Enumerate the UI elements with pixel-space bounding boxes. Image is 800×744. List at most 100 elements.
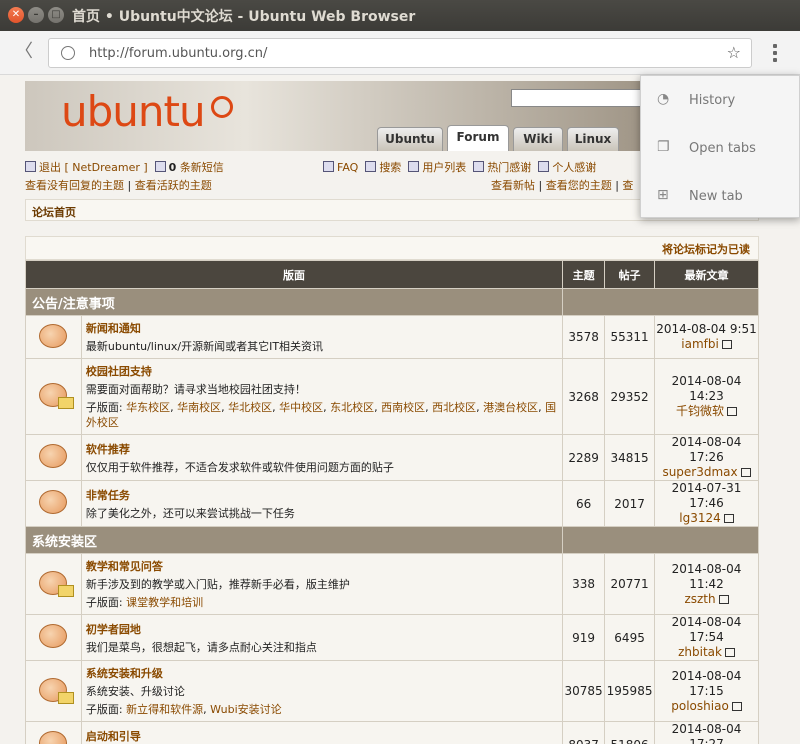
logout-link[interactable]: 退出 [ NetDreamer ]	[39, 161, 148, 174]
mark-read-link[interactable]: 将论坛标记为已读	[25, 236, 759, 260]
subforum-link[interactable]: 华中校区	[279, 401, 323, 414]
subforum-list: 子版面: 课堂教学和培训	[85, 596, 204, 609]
tab-wiki[interactable]: Wiki	[513, 127, 563, 151]
maximize-window-button[interactable]: □	[48, 7, 64, 23]
subforum-link[interactable]: 华北校区	[228, 401, 272, 414]
menu-open-tabs[interactable]: ❐ Open tabs	[641, 124, 800, 172]
subforum-link[interactable]: 港澳台校区	[483, 401, 538, 414]
post-count: 2017	[604, 480, 656, 527]
last-post-date: 2014-08-04 11:42	[671, 561, 742, 591]
url-text[interactable]: http://forum.ubuntu.org.cn/	[89, 46, 267, 61]
topic-count: 3268	[562, 358, 606, 435]
browser-menu-icon[interactable]	[768, 41, 782, 65]
last-post-user[interactable]: zszth	[684, 592, 715, 606]
personal-thanks-link[interactable]: 个人感谢	[552, 161, 596, 174]
last-post-date: 2014-08-04 17:15	[671, 668, 742, 698]
tab-linux[interactable]: Linux	[567, 127, 619, 151]
last-post-user[interactable]: zhbitak	[678, 645, 722, 659]
subforum-link[interactable]: 西南校区	[381, 401, 425, 414]
menu-new-tab[interactable]: ⊞ New tab	[641, 172, 800, 220]
category-name[interactable]: 公告/注意事项	[24, 288, 564, 316]
hot-thanks-link[interactable]: 热门感谢	[487, 161, 531, 174]
category-name[interactable]: 系统安装区	[24, 526, 564, 554]
new-posts-link[interactable]: 查看新帖	[491, 179, 535, 192]
col-topics: 主题	[562, 260, 606, 289]
personal-thanks-icon	[538, 161, 550, 172]
goto-post-icon[interactable]	[731, 701, 742, 711]
forum-title[interactable]: 校园社团支持	[86, 363, 558, 379]
active-topics-link[interactable]: 查看活跃的主题	[135, 179, 212, 192]
col-last-post: 最新文章	[654, 260, 759, 289]
last-post-user[interactable]: 千钧微软	[676, 404, 724, 418]
forum-description: 系统安装、升级讨论	[85, 685, 185, 698]
pm-count[interactable]: 0	[169, 161, 177, 174]
subforum-link[interactable]: 新立得和软件源	[126, 703, 203, 716]
breadcrumb-home[interactable]: 论坛首页	[32, 206, 76, 219]
tab-forum[interactable]: Forum	[447, 125, 509, 151]
members-link[interactable]: 用户列表	[422, 161, 466, 174]
forum-row: 软件推荐 仅仅用于软件推荐，不适合发求软件或软件使用问题方面的贴子 2289 3481…	[25, 434, 759, 481]
forum-row: 系统安装和升级 系统安装、升级讨论 子版面: 新立得和软件源, Wubi安装讨论 30…	[25, 660, 759, 722]
forum-folder-icon	[39, 490, 68, 514]
subforum-link[interactable]: 华东校区	[126, 401, 170, 414]
tabs-icon: ❐	[657, 139, 670, 155]
subforum-link[interactable]: Wubi安装讨论	[210, 703, 282, 716]
forum-title[interactable]: 教学和常见问答	[86, 558, 558, 574]
forum-description: 我们是菜鸟，很想起飞，请多点耐心关注和指点	[85, 640, 317, 654]
goto-post-icon[interactable]	[740, 468, 751, 477]
subforum-link[interactable]: 西北校区	[432, 401, 476, 414]
faq-link[interactable]: FAQ	[337, 161, 358, 174]
last-post-user[interactable]: lg3124	[679, 511, 721, 525]
pm-link[interactable]: 条新短信	[180, 161, 224, 174]
forum-title[interactable]: 初学者园地	[86, 621, 558, 637]
close-window-button[interactable]: ✕	[8, 7, 24, 23]
site-search-input[interactable]	[511, 89, 651, 107]
forum-folder-icon	[39, 570, 75, 597]
col-posts: 帖子	[604, 260, 656, 289]
back-icon[interactable]: 〈	[12, 41, 36, 65]
post-count: 55311	[604, 315, 656, 359]
forum-folder-icon	[39, 444, 68, 468]
history-icon: ◔	[657, 91, 670, 107]
goto-post-icon[interactable]	[718, 594, 729, 604]
search-link[interactable]: 搜索	[379, 161, 401, 174]
forum-title[interactable]: 新闻和通知	[86, 320, 558, 336]
post-count: 51806	[604, 721, 656, 744]
goto-post-icon[interactable]	[723, 514, 734, 523]
last-post-date: 2014-08-04 9:51	[656, 322, 757, 336]
last-post-user[interactable]: iamfbi	[681, 337, 719, 351]
tab-ubuntu[interactable]: Ubuntu	[377, 127, 443, 151]
forum-folder-icon	[39, 323, 68, 348]
forum-title[interactable]: 软件推荐	[86, 441, 558, 457]
ubuntu-logo[interactable]: ubuntu	[61, 87, 206, 136]
forum-title[interactable]: 系统安装和升级	[86, 665, 558, 681]
subforum-link[interactable]: 东北校区	[330, 401, 374, 414]
menu-history[interactable]: ◔ History	[641, 76, 800, 124]
last-post-date: 2014-08-04 17:54	[671, 615, 742, 644]
subforum-link[interactable]: 课堂教学和培训	[126, 596, 203, 609]
unanswered-link[interactable]: 查看没有回复的主题	[25, 179, 124, 192]
hot-thanks-icon	[473, 161, 485, 172]
forum-description: 除了美化之外，还可以来尝试挑战一下任务	[85, 506, 295, 520]
col-forum: 版面	[24, 260, 564, 289]
your-posts-link[interactable]: 查看您的主题	[546, 179, 612, 192]
forum-title[interactable]: 启动和引导	[86, 728, 558, 744]
category-row: 公告/注意事项	[24, 288, 759, 316]
goto-post-icon[interactable]	[724, 648, 735, 657]
subforum-link[interactable]: 华南校区	[177, 401, 221, 414]
forum-row: 初学者园地 我们是菜鸟，很想起飞，请多点耐心关注和指点 919 6495 2014-08…	[25, 614, 759, 661]
last-post-user[interactable]: super3dmax	[662, 465, 737, 479]
goto-post-icon[interactable]	[721, 340, 732, 349]
browser-menu-popup: ◔ History ❐ Open tabs ⊞ New tab	[640, 75, 800, 218]
category-row: 系统安装区	[24, 526, 759, 554]
topic-count: 3578	[562, 315, 606, 359]
forum-row: 校园社团支持 需要面对面帮助？请寻求当地校园社团支持！ 子版面: 华东校区, 华南校…	[25, 358, 759, 435]
topic-count: 66	[562, 480, 606, 527]
forum-title[interactable]: 非常任务	[86, 487, 558, 503]
address-bar[interactable]: http://forum.ubuntu.org.cn/ ☆	[48, 38, 752, 68]
more-link[interactable]: 查	[622, 179, 633, 192]
minimize-window-button[interactable]: –	[28, 7, 44, 23]
last-post-user[interactable]: poloshiao	[671, 699, 729, 713]
goto-post-icon[interactable]	[727, 407, 738, 416]
bookmark-star-icon[interactable]: ☆	[727, 43, 741, 62]
